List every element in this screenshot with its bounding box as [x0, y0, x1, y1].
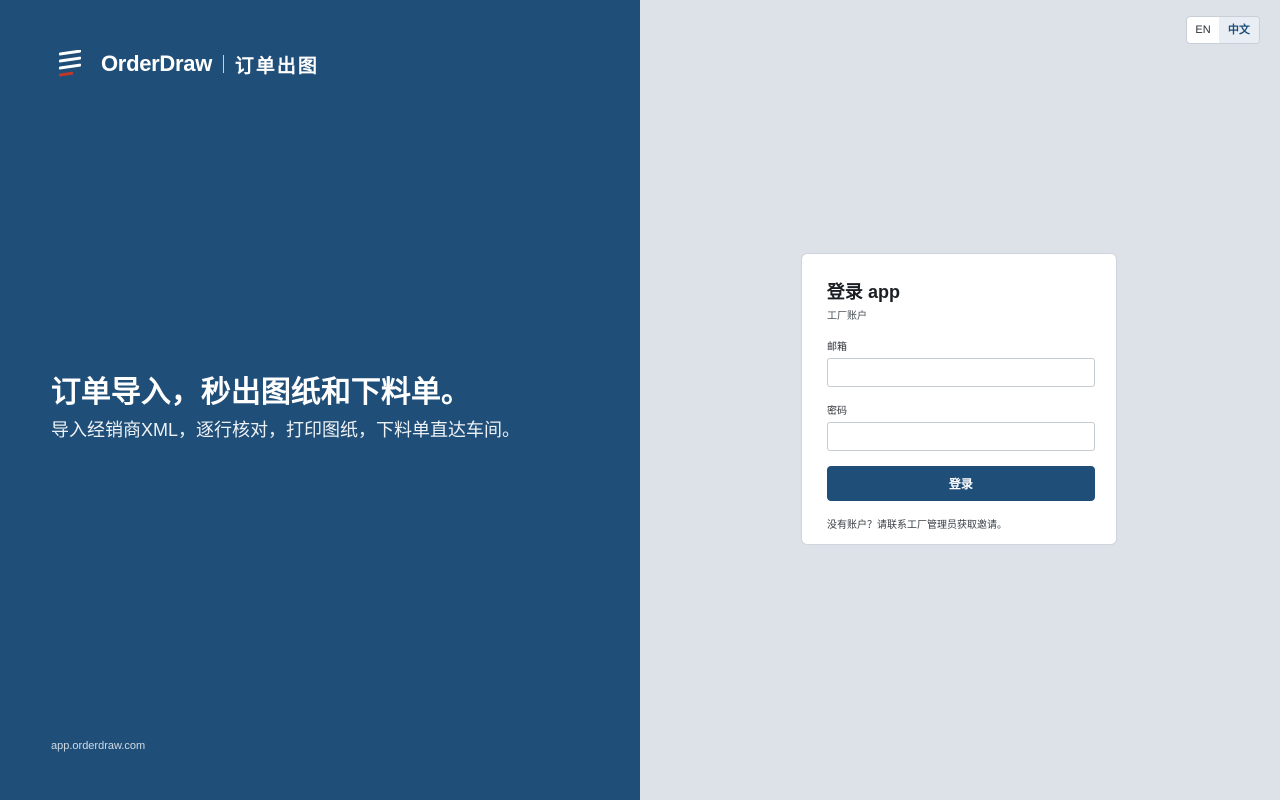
hero-title: 订单导入，秒出图纸和下料单。: [51, 376, 471, 409]
login-title: 登录 app: [827, 282, 901, 302]
footer-domain: app.orderdraw.com: [51, 740, 146, 752]
login-subtitle: 工厂账户: [827, 311, 867, 322]
stacked-lines-logo-icon: [56, 49, 84, 78]
brand-panel: OrderDraw 订单出图 订单导入，秒出图纸和下料单。 导入经销商XML，逐…: [0, 0, 640, 800]
login-card: 登录 app 工厂账户 邮箱 密码 登录 没有账户？请联系工厂管理员获取邀请。: [801, 253, 1117, 545]
password-label: 密码: [827, 406, 847, 417]
brand-name-cn: 订单出图: [235, 55, 320, 77]
brand-name: OrderDraw: [101, 51, 213, 76]
password-field[interactable]: [827, 422, 1095, 451]
lang-option-en[interactable]: EN: [1187, 17, 1219, 43]
brand-header: OrderDraw 订单出图: [56, 49, 320, 78]
lang-option-zh[interactable]: 中文: [1219, 17, 1259, 43]
hero-subtitle: 导入经销商XML，逐行核对，打印图纸，下料单直达车间。: [51, 420, 521, 440]
login-button[interactable]: 登录: [827, 466, 1095, 501]
language-switch: EN 中文: [1186, 16, 1260, 44]
email-label: 邮箱: [827, 342, 847, 353]
email-field[interactable]: [827, 358, 1095, 387]
login-panel: EN 中文 登录 app 工厂账户 邮箱 密码 登录 没有账户？请联系工厂管理员…: [640, 0, 1280, 800]
login-page: OrderDraw 订单出图 订单导入，秒出图纸和下料单。 导入经销商XML，逐…: [0, 0, 1280, 800]
brand-divider: [223, 55, 225, 73]
hero: 订单导入，秒出图纸和下料单。 导入经销商XML，逐行核对，打印图纸，下料单直达车…: [51, 373, 520, 443]
invite-help-text: 没有账户？请联系工厂管理员获取邀请。: [827, 520, 1007, 531]
